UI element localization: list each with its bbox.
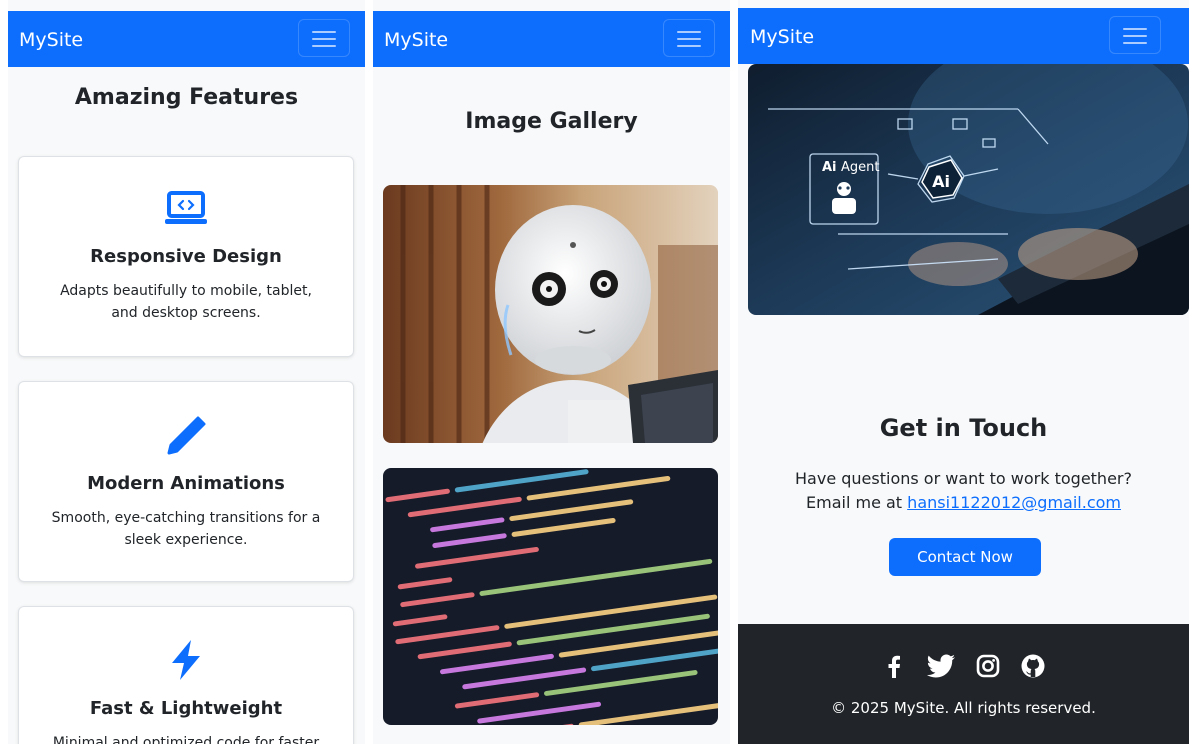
gallery-screen: MySite Image Gallery bbox=[373, 0, 730, 744]
menu-toggle-button[interactable] bbox=[1109, 16, 1161, 54]
features-title: Amazing Features bbox=[74, 85, 299, 110]
pen-icon bbox=[19, 414, 353, 455]
lightning-bolt-icon bbox=[19, 639, 353, 680]
hamburger-line bbox=[312, 45, 336, 47]
ai-agent-laptop-photo[interactable]: Ai Agent Ai bbox=[748, 64, 1189, 315]
contact-line: Have questions or want to work together? bbox=[795, 469, 1132, 488]
brand-logo[interactable]: MySite bbox=[384, 29, 448, 51]
menu-toggle-button[interactable] bbox=[663, 19, 715, 57]
facebook-icon[interactable] bbox=[881, 653, 907, 679]
laptop-code-icon bbox=[19, 191, 353, 227]
hamburger-line bbox=[1123, 42, 1147, 44]
hamburger-line bbox=[677, 31, 701, 33]
social-links bbox=[738, 653, 1189, 679]
contact-now-button[interactable]: Contact Now bbox=[889, 538, 1041, 576]
feature-card: Fast & Lightweight Minimal and optimized… bbox=[18, 606, 354, 744]
feature-description: Smooth, eye-catching transitions for a s… bbox=[51, 510, 321, 548]
menu-toggle-button[interactable] bbox=[298, 19, 350, 57]
email-link[interactable]: hansi1122012@gmail.com bbox=[907, 493, 1121, 512]
contact-title: Get in Touch bbox=[879, 414, 1048, 442]
ai-agent-badge: Agent bbox=[841, 160, 879, 175]
email-prefix: Email me at bbox=[806, 493, 903, 512]
gallery-title: Image Gallery bbox=[465, 109, 638, 134]
svg-text:Ai: Ai bbox=[822, 160, 837, 175]
footer: © 2025 MySite. All rights reserved. bbox=[738, 624, 1189, 744]
feature-card: Modern Animations Smooth, eye-catching t… bbox=[18, 381, 354, 582]
contact-screen: MySite Ai Agent Ai Get in Touch Have que… bbox=[738, 0, 1189, 744]
hamburger-line bbox=[1123, 28, 1147, 30]
hamburger-line bbox=[312, 31, 336, 33]
hamburger-line bbox=[312, 38, 336, 40]
navbar: MySite bbox=[373, 11, 730, 67]
brand-logo[interactable]: MySite bbox=[19, 29, 83, 51]
feature-description: Adapts beautifully to mobile, tablet, an… bbox=[60, 283, 312, 321]
ai-chip-label: Ai bbox=[932, 172, 950, 191]
github-icon[interactable] bbox=[1020, 653, 1046, 679]
copyright-text: © 2025 MySite. All rights reserved. bbox=[831, 699, 1096, 717]
features-screen: MySite Amazing Features Responsive Desig… bbox=[8, 0, 365, 744]
hamburger-line bbox=[1123, 35, 1147, 37]
contact-line: Email me at hansi1122012@gmail.com bbox=[738, 491, 1189, 515]
instagram-icon[interactable] bbox=[975, 653, 1001, 679]
feature-title: Fast & Lightweight bbox=[89, 698, 283, 719]
navbar: MySite bbox=[8, 11, 365, 67]
twitter-icon[interactable] bbox=[926, 653, 956, 679]
feature-title: Responsive Design bbox=[90, 246, 282, 267]
contact-description: Have questions or want to work together?… bbox=[738, 467, 1189, 515]
code-editor-photo[interactable] bbox=[383, 468, 718, 725]
feature-card: Responsive Design Adapts beautifully to … bbox=[18, 156, 354, 357]
feature-title: Modern Animations bbox=[87, 473, 285, 494]
navbar: MySite bbox=[738, 8, 1189, 64]
hamburger-line bbox=[677, 45, 701, 47]
robot-photo[interactable] bbox=[383, 185, 718, 443]
brand-logo[interactable]: MySite bbox=[750, 26, 814, 48]
feature-description: Minimal and optimized code for faster bbox=[52, 735, 320, 744]
hamburger-line bbox=[677, 38, 701, 40]
